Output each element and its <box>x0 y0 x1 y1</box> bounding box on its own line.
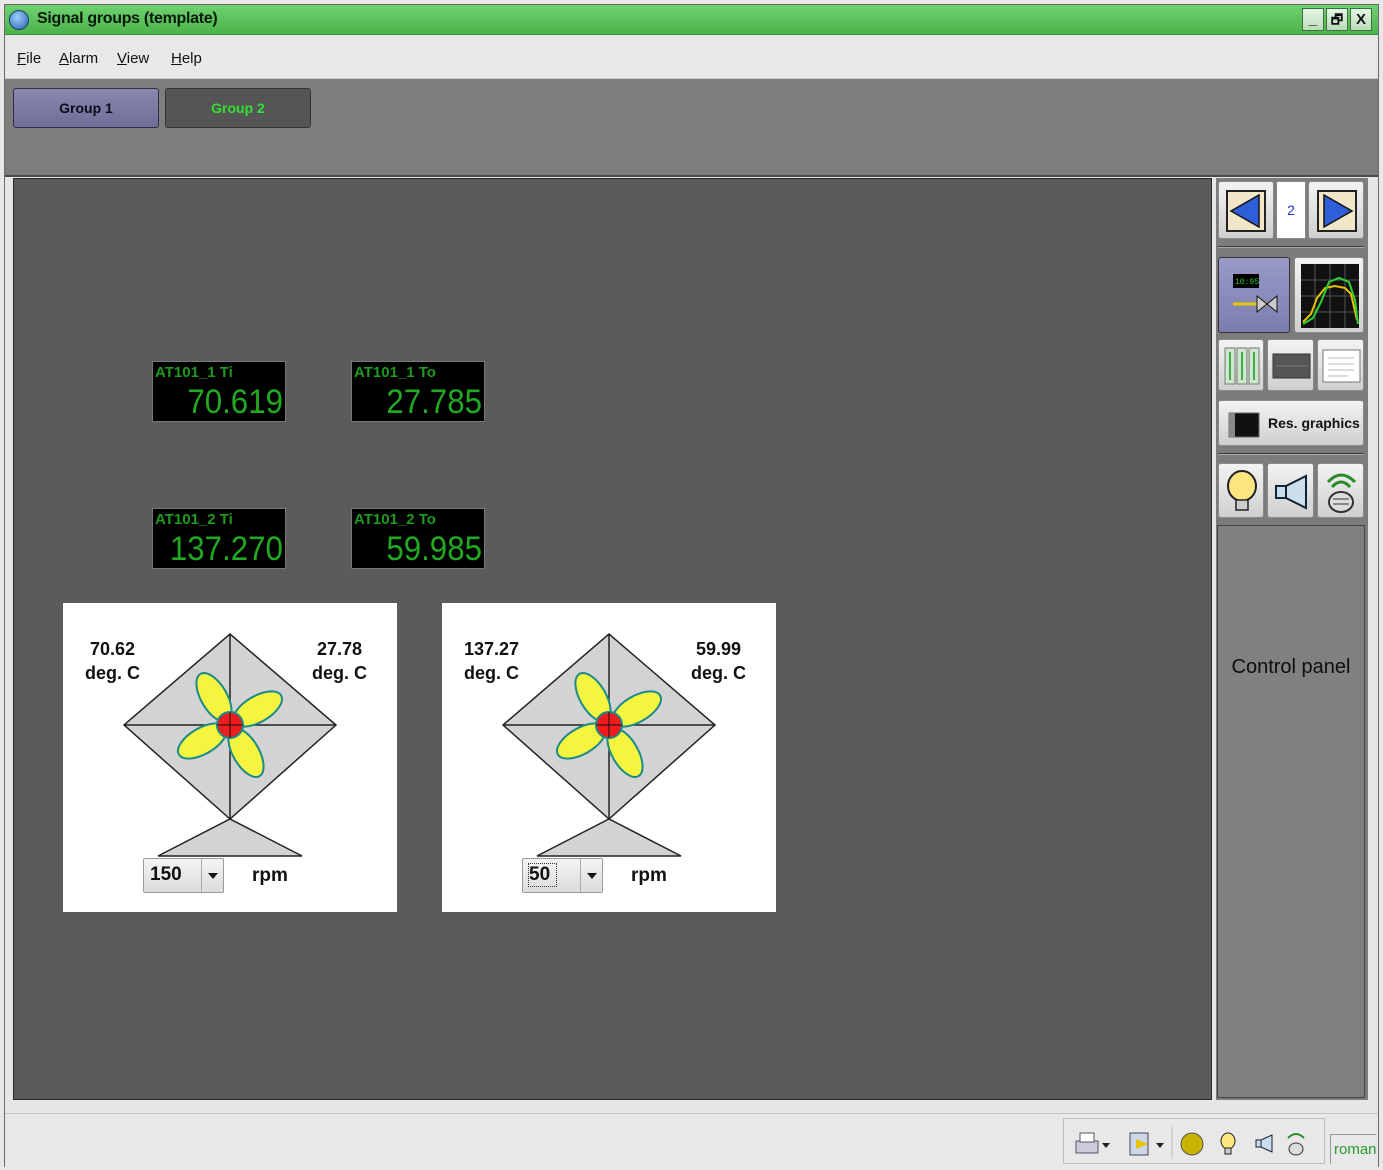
status-toolbar <box>1063 1118 1325 1164</box>
close-button[interactable]: X <box>1350 8 1372 31</box>
document-view-button[interactable] <box>1317 339 1364 391</box>
display-tag: AT101_1 Ti <box>155 364 233 381</box>
next-page-button[interactable] <box>1308 181 1364 239</box>
title-bar[interactable]: Signal groups (template) _ 🗗 X <box>5 5 1378 35</box>
display-value: 137.270 <box>169 530 283 568</box>
outlet-temperature-unit: deg. C <box>691 663 747 683</box>
trend-button[interactable] <box>1294 257 1364 333</box>
menu-view[interactable]: View <box>117 50 149 67</box>
page-number: 2 <box>1276 181 1306 239</box>
lightbulb-icon <box>1220 1132 1236 1155</box>
main-window: Signal groups (template) _ 🗗 X File Alar… <box>4 4 1379 1168</box>
display-value: 27.785 <box>386 383 482 421</box>
divider <box>1218 453 1364 455</box>
chevron-down-icon <box>1156 1143 1164 1148</box>
status-bar: roman <box>5 1113 1378 1168</box>
user-name: roman <box>1330 1134 1377 1164</box>
export-icon[interactable] <box>1129 1132 1149 1156</box>
outlet-temperature: 59.99 deg. C <box>691 637 746 685</box>
control-panel: Control panel <box>1217 525 1365 1098</box>
screen-icon <box>1228 412 1260 438</box>
tile-view-button[interactable] <box>1218 339 1264 391</box>
outlet-temperature: 27.78 deg. C <box>312 637 367 685</box>
outlet-temperature-value: 59.99 <box>695 639 742 659</box>
value-display-at101-2-to: AT101_2 To 59.985 <box>351 508 485 569</box>
speaker-icon <box>1326 473 1357 513</box>
control-panel-label: Control panel <box>1231 656 1351 678</box>
app-icon <box>9 10 29 30</box>
alarm-horn-button[interactable] <box>1267 463 1314 518</box>
menu-file[interactable]: File <box>17 50 41 67</box>
speaker-icon <box>1287 1133 1305 1156</box>
document-icon <box>1322 349 1361 383</box>
lightbulb-icon <box>1227 470 1257 511</box>
status-icons <box>1075 1127 1305 1159</box>
value-display-at101-1-ti: AT101_1 Ti 70.619 <box>152 361 286 422</box>
outlet-temperature-unit: deg. C <box>312 663 368 683</box>
trend-chart-icon <box>1301 264 1359 328</box>
process-graphics-icon: 10:95 <box>1233 274 1278 314</box>
horn-icon <box>1275 474 1307 510</box>
alarm-sound-button[interactable] <box>1317 463 1364 518</box>
rpm-select[interactable]: 50 <box>522 858 603 893</box>
inlet-temperature: 137.27 deg. C <box>464 637 519 685</box>
display-value: 70.619 <box>187 383 283 421</box>
rpm-select-value: 150 <box>150 864 182 885</box>
maximize-button[interactable]: 🗗 <box>1326 8 1348 31</box>
side-toolbar: 2 10:95 Res. graphics Control panel <box>1216 178 1368 1100</box>
arrow-left-icon <box>1226 190 1266 232</box>
chevron-down-icon[interactable] <box>580 859 602 892</box>
panel-view-icon <box>1272 353 1311 379</box>
chevron-down-icon[interactable] <box>201 859 223 892</box>
tile-view-icon <box>1224 347 1260 385</box>
value-display-at101-1-to: AT101_1 To 27.785 <box>351 361 485 422</box>
horn-icon <box>1255 1134 1273 1153</box>
process-graphics-button[interactable]: 10:95 <box>1218 257 1290 333</box>
display-value: 59.985 <box>386 530 482 568</box>
print-icon[interactable] <box>1075 1132 1099 1154</box>
rpm-label: rpm <box>252 865 288 886</box>
inlet-temperature: 70.62 deg. C <box>85 637 140 685</box>
minimize-button[interactable]: _ <box>1302 8 1324 31</box>
inlet-temperature-value: 137.27 <box>464 639 520 659</box>
display-tag: AT101_2 Ti <box>155 511 233 528</box>
res-graphics-button[interactable]: Res. graphics <box>1218 400 1364 446</box>
tab-group-2[interactable]: Group 2 <box>165 88 311 128</box>
group-tab-strip: Group 1 Group 2 <box>5 79 1378 177</box>
alarm-light-button[interactable] <box>1218 463 1264 518</box>
inlet-temperature-unit: deg. C <box>464 663 520 683</box>
res-graphics-label: Res. graphics <box>1268 415 1360 431</box>
tab-group-1[interactable]: Group 1 <box>13 88 159 128</box>
process-canvas: AT101_1 Ti 70.619 AT101_1 To 27.785 AT10… <box>13 178 1212 1100</box>
menu-help[interactable]: Help <box>171 50 202 67</box>
dark-view-button[interactable] <box>1267 339 1314 391</box>
status-lamp-icon <box>1180 1132 1204 1156</box>
inlet-temperature-value: 70.62 <box>89 639 136 659</box>
value-display-at101-2-ti: AT101_2 Ti 137.270 <box>152 508 286 569</box>
window-title: Signal groups (template) <box>37 10 218 27</box>
inlet-temperature-unit: deg. C <box>85 663 141 683</box>
divider <box>1218 246 1364 248</box>
fan-panel-1: 70.62 deg. C 27.78 deg. C 150 rpm <box>63 603 397 912</box>
outlet-temperature-value: 27.78 <box>316 639 363 659</box>
display-tag: AT101_2 To <box>354 511 436 528</box>
chevron-down-icon <box>1102 1143 1110 1148</box>
rpm-select[interactable]: 150 <box>143 858 224 893</box>
arrow-right-icon <box>1317 190 1357 232</box>
previous-page-button[interactable] <box>1218 181 1274 239</box>
rpm-select-value: 50 <box>527 863 558 887</box>
rpm-label: rpm <box>631 865 667 886</box>
fan-stand-icon <box>536 818 682 857</box>
menu-alarm[interactable]: Alarm <box>59 50 98 67</box>
menu-bar: File Alarm View Help <box>5 35 1378 79</box>
trend-display-time: 10:95 <box>1235 278 1259 287</box>
display-tag: AT101_1 To <box>354 364 436 381</box>
fan-panel-2: 137.27 deg. C 59.99 deg. C 50 rpm <box>442 603 776 912</box>
fan-stand-icon <box>157 818 303 857</box>
